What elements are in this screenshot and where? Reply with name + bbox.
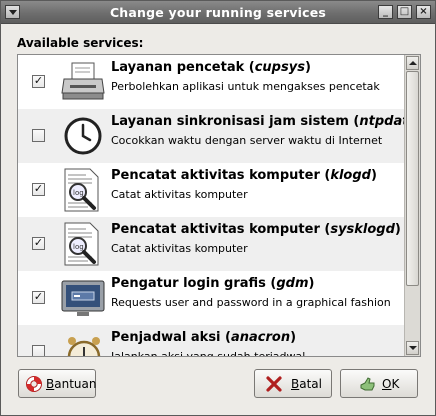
service-title: Pencatat aktivitas komputer (klogd) [111, 168, 377, 183]
service-description: Catat aktivitas komputer [111, 242, 248, 255]
service-enable-checkbox[interactable]: ✓ [32, 74, 45, 88]
service-name: anacron [230, 330, 291, 345]
service-description: Jalankan aksi yang sudah terjadwal [111, 350, 306, 357]
checkmark-icon: ✓ [33, 74, 44, 87]
title-bar[interactable]: Change your running services _ □ × [1, 1, 435, 24]
alarm-clock-icon [60, 329, 106, 356]
checkmark-icon: ✓ [33, 236, 44, 249]
service-title: Pencatat aktivitas komputer (sysklogd) [111, 222, 401, 237]
service-title: Layanan sinkronisasi jam sistem (ntpdate… [111, 114, 404, 129]
scroll-down-button[interactable] [406, 341, 419, 355]
scroll-up-button[interactable] [406, 56, 419, 70]
service-row[interactable]: Layanan sinkronisasi jam sistem (ntpdate… [18, 109, 404, 163]
cancel-button-label: Batal [291, 377, 322, 391]
service-description: Cocokkan waktu dengan server waktu di In… [111, 134, 383, 147]
close-icon[interactable]: × [416, 5, 431, 19]
service-name: klogd [330, 168, 371, 183]
ok-button-label: OK [382, 377, 400, 391]
service-enable-checkbox[interactable]: ✓ [32, 290, 45, 304]
printer-icon [60, 59, 106, 105]
services-list[interactable]: ✓ Layanan pencetak (cupsys) Perbolehkan ap… [17, 54, 421, 357]
minimize-icon[interactable]: _ [378, 5, 393, 19]
maximize-icon[interactable]: □ [397, 5, 412, 19]
scroll-thumb[interactable] [406, 71, 419, 286]
service-enable-checkbox[interactable]: ✓ [32, 236, 45, 250]
help-button-label: Bantuan [46, 377, 97, 391]
lifebuoy-icon [26, 376, 42, 392]
cancel-button[interactable]: Batal [254, 369, 332, 398]
service-row[interactable]: ✓ log Pencatat aktivitas komputer (sysklog… [18, 217, 404, 271]
services-dialog: Change your running services _ □ × Avail… [0, 0, 436, 416]
services-rows: ✓ Layanan pencetak (cupsys) Perbolehkan ap… [18, 55, 404, 357]
service-name: ntpdate [359, 114, 404, 129]
svg-text:log: log [73, 243, 84, 251]
svg-text:log: log [73, 189, 84, 197]
service-row[interactable]: ✓ Layanan pencetak (cupsys) Perbolehkan ap… [18, 55, 404, 109]
service-name: cupsys [254, 60, 305, 75]
available-services-label: Available services: [17, 36, 144, 50]
service-description: Requests user and password in a graphica… [111, 296, 391, 309]
service-title: Pengatur login grafis (gdm) [111, 276, 315, 291]
service-row[interactable]: ✓ Pengatur login grafis (gdm) Requests use… [18, 271, 404, 325]
service-title: Penjadwal aksi (anacron) [111, 330, 297, 345]
cancel-x-icon [266, 376, 282, 392]
service-row[interactable]: ✓ log Pencatat aktivitas komputer (klogd) C… [18, 163, 404, 217]
monitor-login-icon [60, 275, 106, 321]
service-enable-checkbox[interactable] [32, 129, 45, 142]
ok-button[interactable]: OK [340, 369, 418, 398]
service-description: Catat aktivitas komputer [111, 188, 248, 201]
checkmark-icon: ✓ [33, 182, 44, 195]
log-magnifier-icon: log [60, 221, 106, 267]
vertical-scrollbar[interactable] [404, 55, 420, 356]
window-title: Change your running services [109, 5, 327, 20]
service-row[interactable]: Penjadwal aksi (anacron) Jalankan aksi ya… [18, 325, 404, 357]
clock-icon [60, 113, 106, 159]
service-enable-checkbox[interactable]: ✓ [32, 182, 45, 196]
checkmark-icon: ✓ [33, 290, 44, 303]
log-magnifier-icon: log [60, 167, 106, 213]
ok-hand-icon [360, 377, 375, 391]
service-title: Layanan pencetak (cupsys) [111, 60, 311, 75]
service-description: Perbolehkan aplikasi untuk mengakses pen… [111, 80, 380, 93]
service-name: gdm [276, 276, 309, 291]
help-button[interactable]: Bantuan [18, 369, 96, 398]
service-enable-checkbox[interactable] [32, 345, 45, 356]
service-name: sysklogd [330, 222, 395, 237]
